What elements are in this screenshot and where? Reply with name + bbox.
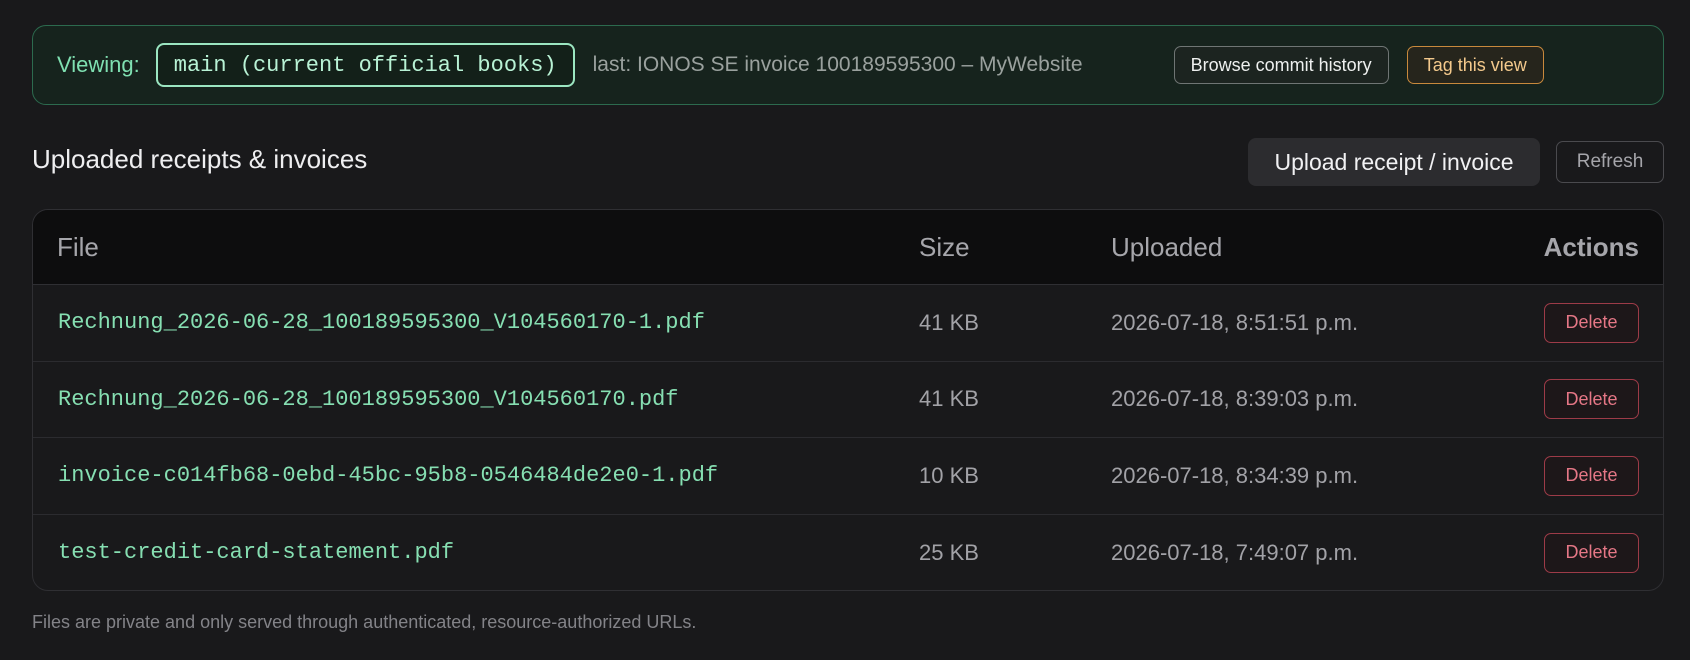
file-size: 25 KB <box>919 539 979 565</box>
upload-timestamp: 2026-07-18, 8:39:03 p.m. <box>1111 386 1359 412</box>
viewing-banner: Viewing: main (current official books) l… <box>32 25 1664 105</box>
delete-button[interactable]: Delete <box>1544 302 1639 343</box>
column-header-size: Size <box>919 232 970 262</box>
file-size: 41 KB <box>919 309 979 335</box>
browse-commit-history-button[interactable]: Browse commit history <box>1173 46 1389 84</box>
table-row: Rechnung_2026-06-28_100189595300_V104560… <box>33 362 1663 438</box>
table-row: test-credit-card-statement.pdf 25 KB 202… <box>33 515 1663 591</box>
table-row: Rechnung_2026-06-28_100189595300_V104560… <box>33 285 1663 362</box>
table-header: File Size Uploaded Actions <box>33 210 1663 285</box>
refresh-button[interactable]: Refresh <box>1556 141 1664 183</box>
upload-receipt-button[interactable]: Upload receipt / invoice <box>1248 138 1540 186</box>
delete-button[interactable]: Delete <box>1544 532 1639 573</box>
delete-button[interactable]: Delete <box>1544 379 1639 420</box>
file-size: 10 KB <box>919 462 979 488</box>
receipts-table: File Size Uploaded Actions Rechnung_2026… <box>32 209 1664 591</box>
branch-selector[interactable]: main (current official books) <box>155 43 575 87</box>
file-link[interactable]: test-credit-card-statement.pdf <box>58 515 454 591</box>
column-header-actions: Actions <box>1543 232 1639 262</box>
column-header-uploaded: Uploaded <box>1111 232 1223 262</box>
upload-timestamp: 2026-07-18, 7:49:07 p.m. <box>1111 539 1359 565</box>
file-link[interactable]: Rechnung_2026-06-28_100189595300_V104560… <box>58 285 705 361</box>
file-link[interactable]: invoice-c014fb68-0ebd-45bc-95b8-0546484d… <box>58 438 718 514</box>
file-link[interactable]: Rechnung_2026-06-28_100189595300_V104560… <box>58 362 679 438</box>
file-size: 41 KB <box>919 386 979 412</box>
section-title: Uploaded receipts & invoices <box>32 144 368 174</box>
upload-timestamp: 2026-07-18, 8:34:39 p.m. <box>1111 462 1359 488</box>
last-commit-text: last: IONOS SE invoice 100189595300 – My… <box>592 53 1083 76</box>
privacy-footnote: Files are private and only served throug… <box>32 612 697 632</box>
viewing-label: Viewing: <box>57 52 140 77</box>
column-header-file: File <box>57 232 99 262</box>
upload-timestamp: 2026-07-18, 8:51:51 p.m. <box>1111 309 1359 335</box>
tag-this-view-button[interactable]: Tag this view <box>1406 46 1544 84</box>
delete-button[interactable]: Delete <box>1544 455 1639 496</box>
table-row: invoice-c014fb68-0ebd-45bc-95b8-0546484d… <box>33 438 1663 515</box>
